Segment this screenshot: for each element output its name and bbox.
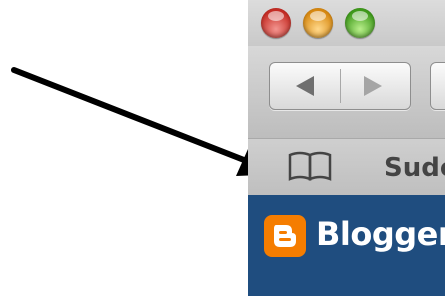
minimize-window-button[interactable] [303,8,333,38]
toolbar [248,46,445,138]
title-bar [248,0,445,46]
blogger-logo-icon[interactable] [264,215,306,257]
back-arrow-icon[interactable] [296,76,314,96]
back-forward-buttons [269,62,411,110]
browser-window: Sude Blogger [248,0,445,296]
page-header: Blogger [248,195,445,296]
toolbar-button[interactable] [430,62,445,110]
bookmarks-book-icon[interactable] [286,151,334,183]
forward-arrow-icon[interactable] [364,76,382,96]
brand-name[interactable]: Blogger [316,215,445,253]
bookmarks-bar: Sude [248,138,445,196]
close-window-button[interactable] [261,8,291,38]
zoom-window-button[interactable] [345,8,375,38]
bookmark-item-label[interactable]: Sude [384,153,445,183]
nav-divider [340,69,341,103]
